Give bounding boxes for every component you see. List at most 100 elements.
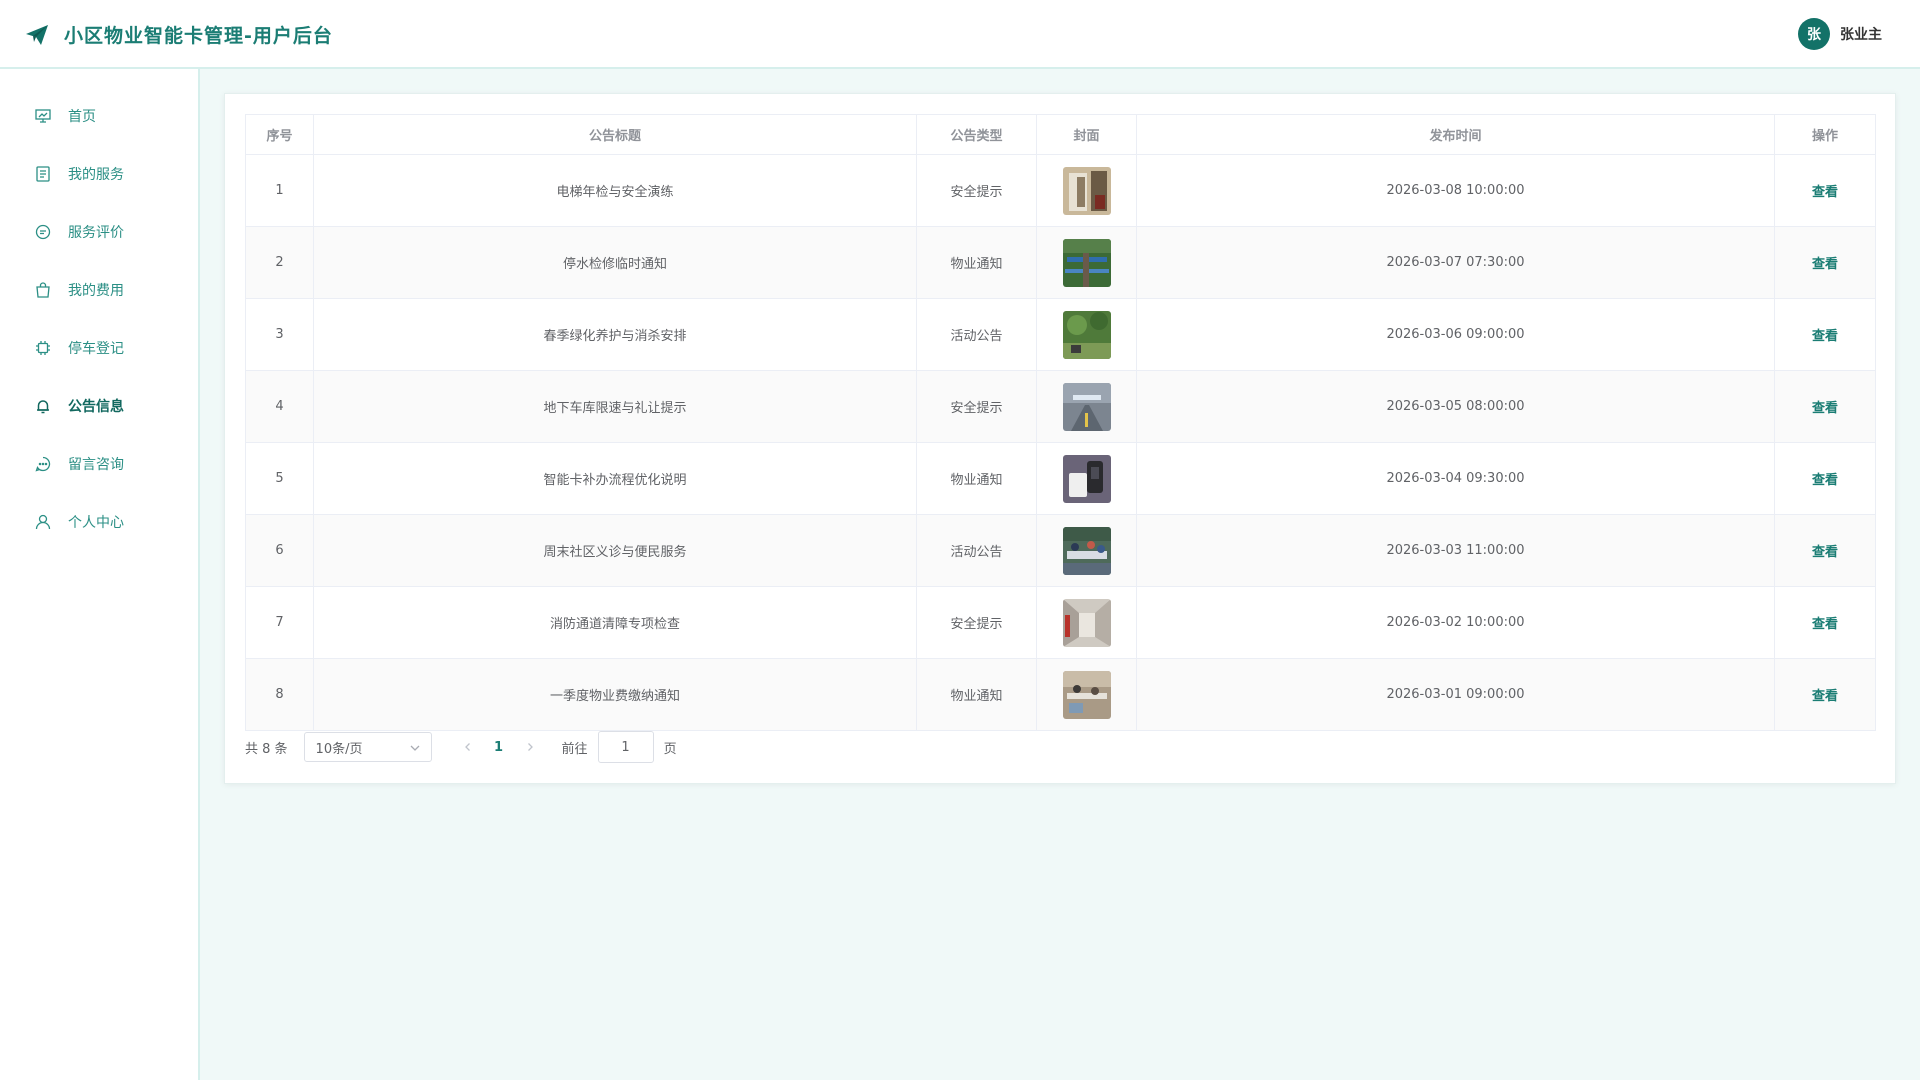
- row-title: 周末社区义诊与便民服务: [313, 514, 917, 587]
- sidebar-item-label: 停车登记: [68, 341, 124, 357]
- row-type: 活动公告: [916, 514, 1037, 587]
- announcement-table: 序号 公告标题 公告类型 封面 发布时间 操作 1 电梯年检与安全演练 安全提示…: [245, 114, 1876, 731]
- bell-icon: [37, 400, 49, 414]
- app-title: 小区物业智能卡管理-用户后台: [64, 25, 333, 47]
- row-action-cell: 查看: [1774, 370, 1876, 443]
- sidebar: 首页 我的服务 服务评价 我的费用 停车登记 公告信息 留言咨询 个人中心: [0, 69, 200, 1080]
- row-index: 5: [245, 442, 314, 515]
- row-time: 2026-03-07 07:30:00: [1136, 226, 1775, 299]
- sidebar-item-parking[interactable]: 停车登记: [0, 328, 198, 368]
- cover-thumbnail[interactable]: [1062, 382, 1111, 431]
- column-header-index[interactable]: 序号: [245, 114, 314, 155]
- view-link[interactable]: 查看: [1812, 401, 1838, 416]
- row-cover-cell: [1036, 658, 1137, 731]
- column-header-time[interactable]: 发布时间: [1136, 114, 1775, 155]
- paper-plane-icon: [26, 25, 48, 45]
- sidebar-item-home[interactable]: 首页: [0, 96, 198, 136]
- column-header-action[interactable]: 操作: [1774, 114, 1876, 155]
- row-index: 6: [245, 514, 314, 587]
- row-index: 8: [245, 658, 314, 731]
- page-size-value: 10条/页: [315, 741, 363, 757]
- user-menu[interactable]: 张 张业主: [1798, 18, 1882, 50]
- chat-dots-icon: [35, 456, 51, 472]
- sidebar-item-label: 留言咨询: [68, 457, 124, 473]
- table-row[interactable]: 4 地下车库限速与礼让提示 安全提示 2026-03-05 08:00:00 查…: [245, 370, 1876, 443]
- announcement-card: 序号 公告标题 公告类型 封面 发布时间 操作 1 电梯年检与安全演练 安全提示…: [224, 93, 1896, 784]
- view-link[interactable]: 查看: [1812, 185, 1838, 200]
- chevron-left-icon: [464, 743, 470, 751]
- chevron-down-icon: [410, 745, 420, 751]
- dashboard-icon: [35, 109, 51, 123]
- cover-thumbnail[interactable]: [1062, 310, 1111, 359]
- view-link[interactable]: 查看: [1812, 617, 1838, 632]
- row-index: 4: [245, 370, 314, 443]
- sidebar-item-announcements[interactable]: 公告信息: [0, 386, 198, 426]
- column-header-type[interactable]: 公告类型: [916, 114, 1037, 155]
- view-link[interactable]: 查看: [1812, 473, 1838, 488]
- cover-thumbnail[interactable]: [1062, 670, 1111, 719]
- row-cover-cell: [1036, 586, 1137, 659]
- sidebar-item-my-fees[interactable]: 我的费用: [0, 270, 198, 310]
- row-action-cell: 查看: [1774, 586, 1876, 659]
- sidebar-item-label: 我的费用: [68, 283, 124, 299]
- view-link[interactable]: 查看: [1812, 329, 1838, 344]
- row-action-cell: 查看: [1774, 658, 1876, 731]
- cover-thumbnail[interactable]: [1062, 526, 1111, 575]
- row-action-cell: 查看: [1774, 298, 1876, 371]
- row-index: 3: [245, 298, 314, 371]
- table-row[interactable]: 3 春季绿化养护与消杀安排 活动公告 2026-03-06 09:00:00 查…: [245, 298, 1876, 371]
- sidebar-item-service-rating[interactable]: 服务评价: [0, 212, 198, 252]
- sidebar-item-my-services[interactable]: 我的服务: [0, 154, 198, 194]
- column-header-title[interactable]: 公告标题: [313, 114, 917, 155]
- table-row[interactable]: 2 停水检修临时通知 物业通知 2026-03-07 07:30:00 查看: [245, 226, 1876, 299]
- table-row[interactable]: 7 消防通道清障专项检查 安全提示 2026-03-02 10:00:00 查看: [245, 586, 1876, 659]
- table-row[interactable]: 1 电梯年检与安全演练 安全提示 2026-03-08 10:00:00 查看: [245, 154, 1876, 227]
- cover-thumbnail[interactable]: [1062, 454, 1111, 503]
- row-type: 安全提示: [916, 586, 1037, 659]
- column-header-cover[interactable]: 封面: [1036, 114, 1137, 155]
- row-title: 停水检修临时通知: [313, 226, 917, 299]
- table-row[interactable]: 5 智能卡补办流程优化说明 物业通知 2026-03-04 09:30:00 查…: [245, 442, 1876, 515]
- table-row[interactable]: 8 一季度物业费缴纳通知 物业通知 2026-03-01 09:00:00 查看: [245, 658, 1876, 731]
- goto-label: 前往: [561, 741, 588, 757]
- pagination: 共 8 条 10条/页 1 前往 页: [245, 731, 677, 763]
- row-time: 2026-03-06 09:00:00: [1136, 298, 1775, 371]
- table-header-row: 序号 公告标题 公告类型 封面 发布时间 操作: [245, 114, 1876, 155]
- row-index: 7: [245, 586, 314, 659]
- cover-thumbnail[interactable]: [1062, 166, 1111, 215]
- view-link[interactable]: 查看: [1812, 545, 1838, 560]
- sidebar-item-profile[interactable]: 个人中心: [0, 502, 198, 542]
- cover-thumbnail[interactable]: [1062, 238, 1111, 287]
- sidebar-item-label: 服务评价: [68, 225, 124, 241]
- cover-thumbnail[interactable]: [1062, 598, 1111, 647]
- row-title: 春季绿化养护与消杀安排: [313, 298, 917, 371]
- view-link[interactable]: 查看: [1812, 257, 1838, 272]
- chevron-right-icon: [527, 743, 533, 751]
- row-time: 2026-03-01 09:00:00: [1136, 658, 1775, 731]
- page-suffix-label: 页: [663, 741, 677, 757]
- row-cover-cell: [1036, 370, 1137, 443]
- row-type: 安全提示: [916, 370, 1037, 443]
- sidebar-item-label: 我的服务: [68, 167, 124, 183]
- user-name[interactable]: 张业主: [1840, 24, 1882, 44]
- next-page-button[interactable]: [516, 733, 544, 761]
- row-type: 安全提示: [916, 154, 1037, 227]
- table-row[interactable]: 6 周末社区义诊与便民服务 活动公告 2026-03-03 11:00:00 查…: [245, 514, 1876, 587]
- goto-page-input[interactable]: [597, 731, 654, 763]
- row-type: 活动公告: [916, 298, 1037, 371]
- sidebar-item-messages[interactable]: 留言咨询: [0, 444, 198, 484]
- sidebar-item-label: 首页: [68, 109, 96, 125]
- view-link[interactable]: 查看: [1812, 689, 1838, 704]
- row-time: 2026-03-03 11:00:00: [1136, 514, 1775, 587]
- row-action-cell: 查看: [1774, 514, 1876, 587]
- sidebar-item-label: 公告信息: [68, 399, 124, 415]
- row-action-cell: 查看: [1774, 442, 1876, 515]
- row-title: 一季度物业费缴纳通知: [313, 658, 917, 731]
- row-cover-cell: [1036, 442, 1137, 515]
- page-number-current[interactable]: 1: [482, 740, 516, 755]
- page-size-select[interactable]: 10条/页: [303, 732, 432, 762]
- document-icon: [36, 166, 50, 182]
- avatar[interactable]: 张: [1798, 18, 1830, 50]
- row-type: 物业通知: [916, 226, 1037, 299]
- prev-page-button[interactable]: [454, 733, 482, 761]
